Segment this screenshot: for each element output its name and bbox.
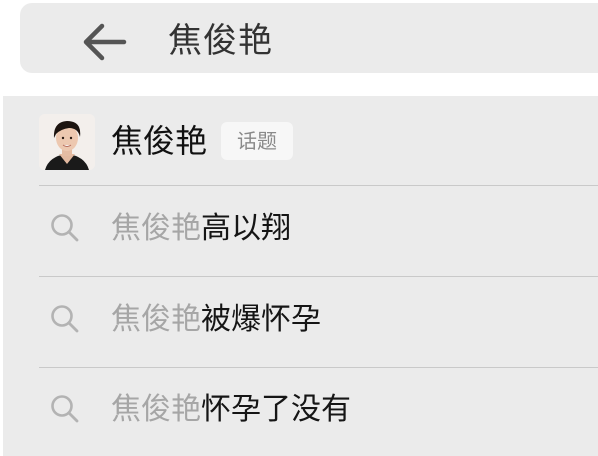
suggestion-suffix: 高以翔	[201, 211, 291, 246]
topic-name: 焦俊艳	[111, 122, 208, 160]
search-bar[interactable]: 焦俊艳	[20, 3, 598, 73]
suggestion-text: 焦俊艳高以翔	[111, 207, 291, 251]
suggestion-suffix: 被爆怀孕	[201, 302, 321, 337]
suggestion-text: 焦俊艳被爆怀孕	[111, 298, 321, 342]
suggestion-prefix: 焦俊艳	[111, 302, 201, 337]
arrow-left-icon[interactable]	[80, 20, 128, 64]
suggestion-item[interactable]: 焦俊艳怀孕了没有	[3, 368, 598, 456]
topic-suggestion[interactable]: 焦俊艳 话题	[3, 96, 598, 185]
suggestion-list: 焦俊艳 话题 焦俊艳高以翔 焦俊艳被爆怀孕 焦俊艳怀孕了没有	[3, 96, 598, 456]
suggestion-suffix: 怀孕了没有	[201, 392, 351, 427]
topic-badge: 话题	[221, 122, 293, 160]
suggestion-prefix: 焦俊艳	[111, 211, 201, 246]
avatar	[39, 114, 95, 170]
suggestion-prefix: 焦俊艳	[111, 392, 201, 427]
suggestion-text: 焦俊艳怀孕了没有	[111, 388, 351, 432]
suggestion-item[interactable]: 焦俊艳高以翔	[3, 186, 598, 276]
suggestion-item[interactable]: 焦俊艳被爆怀孕	[3, 277, 598, 367]
search-icon	[51, 305, 79, 333]
search-icon	[51, 395, 79, 423]
search-query[interactable]: 焦俊艳	[168, 17, 273, 65]
person-avatar-icon	[39, 114, 95, 170]
search-icon	[51, 214, 79, 242]
